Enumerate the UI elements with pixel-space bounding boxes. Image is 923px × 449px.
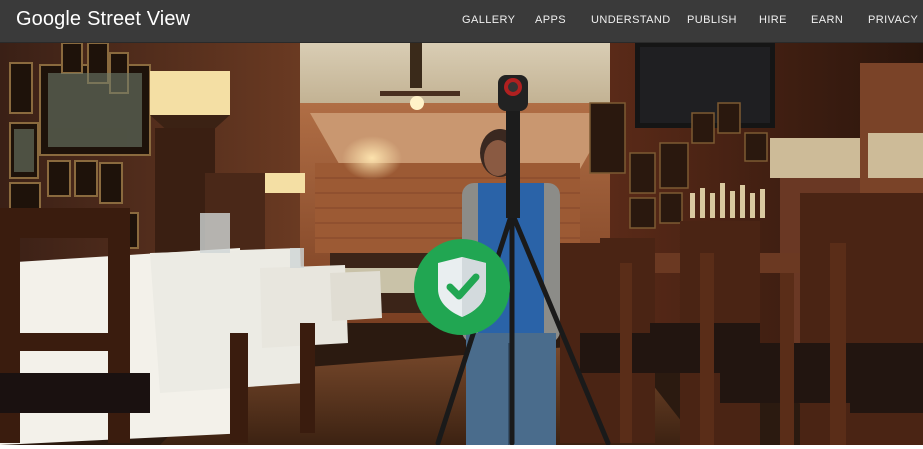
nav-earn[interactable]: EARN bbox=[811, 14, 843, 26]
nav-hire[interactable]: HIRE bbox=[759, 14, 787, 26]
top-navigation-bar: Google Street View GALLERY APPS UNDERSTAN… bbox=[0, 0, 923, 43]
hero-image bbox=[0, 43, 923, 445]
shield-check-icon bbox=[414, 239, 510, 335]
nav-apps[interactable]: APPS bbox=[535, 14, 566, 26]
nav-gallery[interactable]: GALLERY bbox=[462, 14, 515, 26]
nav-publish[interactable]: PUBLISH bbox=[687, 14, 737, 26]
nav-privacy[interactable]: PRIVACY bbox=[868, 14, 918, 26]
page-bottom-edge bbox=[0, 445, 923, 449]
nav-understand[interactable]: UNDERSTAND bbox=[591, 14, 671, 26]
main-nav: GALLERY APPS UNDERSTAND PUBLISH HIRE EAR… bbox=[0, 0, 923, 42]
